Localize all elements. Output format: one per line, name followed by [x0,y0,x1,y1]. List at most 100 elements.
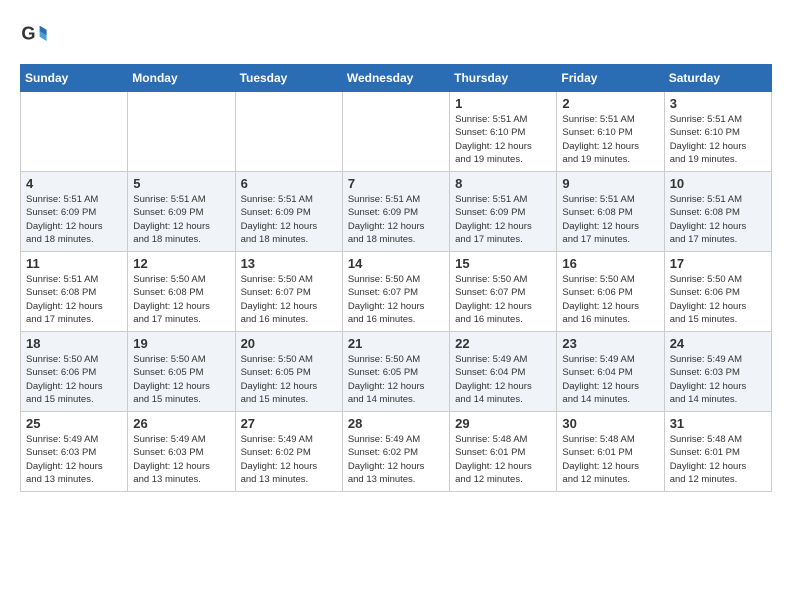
day-number: 2 [562,96,658,111]
weekday-header: Thursday [450,65,557,92]
calendar-cell: 23 Sunrise: 5:49 AM Sunset: 6:04 PM Dayli… [557,332,664,412]
day-info: Sunrise: 5:50 AM Sunset: 6:05 PM Dayligh… [348,353,444,406]
calendar-cell: 18 Sunrise: 5:50 AM Sunset: 6:06 PM Dayli… [21,332,128,412]
calendar-cell [128,92,235,172]
calendar-cell: 9 Sunrise: 5:51 AM Sunset: 6:08 PM Daylig… [557,172,664,252]
day-info: Sunrise: 5:51 AM Sunset: 6:08 PM Dayligh… [670,193,766,246]
day-info: Sunrise: 5:51 AM Sunset: 6:09 PM Dayligh… [133,193,229,246]
day-info: Sunrise: 5:50 AM Sunset: 6:08 PM Dayligh… [133,273,229,326]
calendar-cell: 21 Sunrise: 5:50 AM Sunset: 6:05 PM Dayli… [342,332,449,412]
day-info: Sunrise: 5:51 AM Sunset: 6:10 PM Dayligh… [562,113,658,166]
day-number: 14 [348,256,444,271]
calendar-cell: 22 Sunrise: 5:49 AM Sunset: 6:04 PM Dayli… [450,332,557,412]
day-number: 4 [26,176,122,191]
calendar-cell: 5 Sunrise: 5:51 AM Sunset: 6:09 PM Daylig… [128,172,235,252]
calendar-cell: 17 Sunrise: 5:50 AM Sunset: 6:06 PM Dayli… [664,252,771,332]
day-number: 16 [562,256,658,271]
day-number: 25 [26,416,122,431]
weekday-header: Tuesday [235,65,342,92]
calendar-cell: 1Sunrise: 5:51 AM Sunset: 6:10 PM Daylig… [450,92,557,172]
calendar-week-row: 4 Sunrise: 5:51 AM Sunset: 6:09 PM Daylig… [21,172,772,252]
day-number: 13 [241,256,337,271]
logo: G [20,20,52,48]
calendar-cell: 6 Sunrise: 5:51 AM Sunset: 6:09 PM Daylig… [235,172,342,252]
day-info: Sunrise: 5:51 AM Sunset: 6:08 PM Dayligh… [26,273,122,326]
day-info: Sunrise: 5:51 AM Sunset: 6:08 PM Dayligh… [562,193,658,246]
day-number: 15 [455,256,551,271]
calendar-cell: 29Sunrise: 5:48 AM Sunset: 6:01 PM Dayli… [450,412,557,492]
calendar-cell: 12 Sunrise: 5:50 AM Sunset: 6:08 PM Dayli… [128,252,235,332]
day-info: Sunrise: 5:51 AM Sunset: 6:10 PM Dayligh… [455,113,551,166]
day-number: 31 [670,416,766,431]
day-number: 12 [133,256,229,271]
day-info: Sunrise: 5:50 AM Sunset: 6:07 PM Dayligh… [455,273,551,326]
calendar-cell: 25Sunrise: 5:49 AM Sunset: 6:03 PM Dayli… [21,412,128,492]
day-info: Sunrise: 5:51 AM Sunset: 6:09 PM Dayligh… [455,193,551,246]
weekday-header: Wednesday [342,65,449,92]
day-number: 20 [241,336,337,351]
weekday-header-row: SundayMondayTuesdayWednesdayThursdayFrid… [21,65,772,92]
day-number: 3 [670,96,766,111]
day-number: 19 [133,336,229,351]
calendar-cell [21,92,128,172]
day-number: 24 [670,336,766,351]
calendar-cell: 4 Sunrise: 5:51 AM Sunset: 6:09 PM Daylig… [21,172,128,252]
day-number: 26 [133,416,229,431]
day-info: Sunrise: 5:51 AM Sunset: 6:09 PM Dayligh… [26,193,122,246]
calendar-cell: 11Sunrise: 5:51 AM Sunset: 6:08 PM Dayli… [21,252,128,332]
calendar-week-row: 11Sunrise: 5:51 AM Sunset: 6:08 PM Dayli… [21,252,772,332]
day-info: Sunrise: 5:50 AM Sunset: 6:05 PM Dayligh… [133,353,229,406]
calendar-cell: 28Sunrise: 5:49 AM Sunset: 6:02 PM Dayli… [342,412,449,492]
day-number: 7 [348,176,444,191]
calendar-cell [342,92,449,172]
day-info: Sunrise: 5:51 AM Sunset: 6:09 PM Dayligh… [348,193,444,246]
calendar-week-row: 25 Sunrise: 5:49 AM Sunset: 6:03 PM Dayli… [21,412,772,492]
day-info: Sunrise: 5:50 AM Sunset: 6:06 PM Dayligh… [562,273,658,326]
day-info: Sunrise: 5:49 AM Sunset: 6:02 PM Dayligh… [241,433,337,486]
day-info: Sunrise: 5:49 AM Sunset: 6:03 PM Dayligh… [133,433,229,486]
calendar-cell: 10 Sunrise: 5:51 AM Sunset: 6:08 PM Dayli… [664,172,771,252]
day-number: 10 [670,176,766,191]
day-number: 27 [241,416,337,431]
day-info: Sunrise: 5:51 AM Sunset: 6:10 PM Dayligh… [670,113,766,166]
calendar-cell: 14 Sunrise: 5:50 AM Sunset: 6:07 PM Dayli… [342,252,449,332]
day-info: Sunrise: 5:50 AM Sunset: 6:06 PM Dayligh… [26,353,122,406]
day-number: 6 [241,176,337,191]
day-number: 5 [133,176,229,191]
calendar-cell: 13 Sunrise: 5:50 AM Sunset: 6:07 PM Dayli… [235,252,342,332]
day-info: Sunrise: 5:48 AM Sunset: 6:01 PM Dayligh… [562,433,658,486]
calendar-cell: 3 Sunrise: 5:51 AM Sunset: 6:10 PM Daylig… [664,92,771,172]
weekday-header: Monday [128,65,235,92]
day-info: Sunrise: 5:50 AM Sunset: 6:07 PM Dayligh… [241,273,337,326]
day-info: Sunrise: 5:49 AM Sunset: 6:04 PM Dayligh… [455,353,551,406]
calendar-cell: 27 Sunrise: 5:49 AM Sunset: 6:02 PM Dayli… [235,412,342,492]
day-info: Sunrise: 5:49 AM Sunset: 6:03 PM Dayligh… [670,353,766,406]
weekday-header: Friday [557,65,664,92]
calendar-cell: 24 Sunrise: 5:49 AM Sunset: 6:03 PM Dayli… [664,332,771,412]
calendar-week-row: 18 Sunrise: 5:50 AM Sunset: 6:06 PM Dayli… [21,332,772,412]
day-info: Sunrise: 5:50 AM Sunset: 6:07 PM Dayligh… [348,273,444,326]
calendar-cell: 16 Sunrise: 5:50 AM Sunset: 6:06 PM Dayli… [557,252,664,332]
day-number: 30 [562,416,658,431]
weekday-header: Sunday [21,65,128,92]
day-number: 9 [562,176,658,191]
day-number: 17 [670,256,766,271]
day-number: 8 [455,176,551,191]
day-number: 18 [26,336,122,351]
calendar-cell: 31Sunrise: 5:48 AM Sunset: 6:01 PM Dayli… [664,412,771,492]
day-number: 23 [562,336,658,351]
calendar-cell: 19 Sunrise: 5:50 AM Sunset: 6:05 PM Dayli… [128,332,235,412]
calendar-cell: 15 Sunrise: 5:50 AM Sunset: 6:07 PM Dayli… [450,252,557,332]
day-number: 22 [455,336,551,351]
calendar-cell: 8 Sunrise: 5:51 AM Sunset: 6:09 PM Daylig… [450,172,557,252]
day-number: 21 [348,336,444,351]
day-number: 29 [455,416,551,431]
calendar-table: SundayMondayTuesdayWednesdayThursdayFrid… [20,64,772,492]
day-info: Sunrise: 5:49 AM Sunset: 6:04 PM Dayligh… [562,353,658,406]
logo-icon: G [20,20,48,48]
day-info: Sunrise: 5:50 AM Sunset: 6:06 PM Dayligh… [670,273,766,326]
day-info: Sunrise: 5:49 AM Sunset: 6:02 PM Dayligh… [348,433,444,486]
page-header: G [20,20,772,48]
day-info: Sunrise: 5:51 AM Sunset: 6:09 PM Dayligh… [241,193,337,246]
calendar-cell: 7 Sunrise: 5:51 AM Sunset: 6:09 PM Daylig… [342,172,449,252]
